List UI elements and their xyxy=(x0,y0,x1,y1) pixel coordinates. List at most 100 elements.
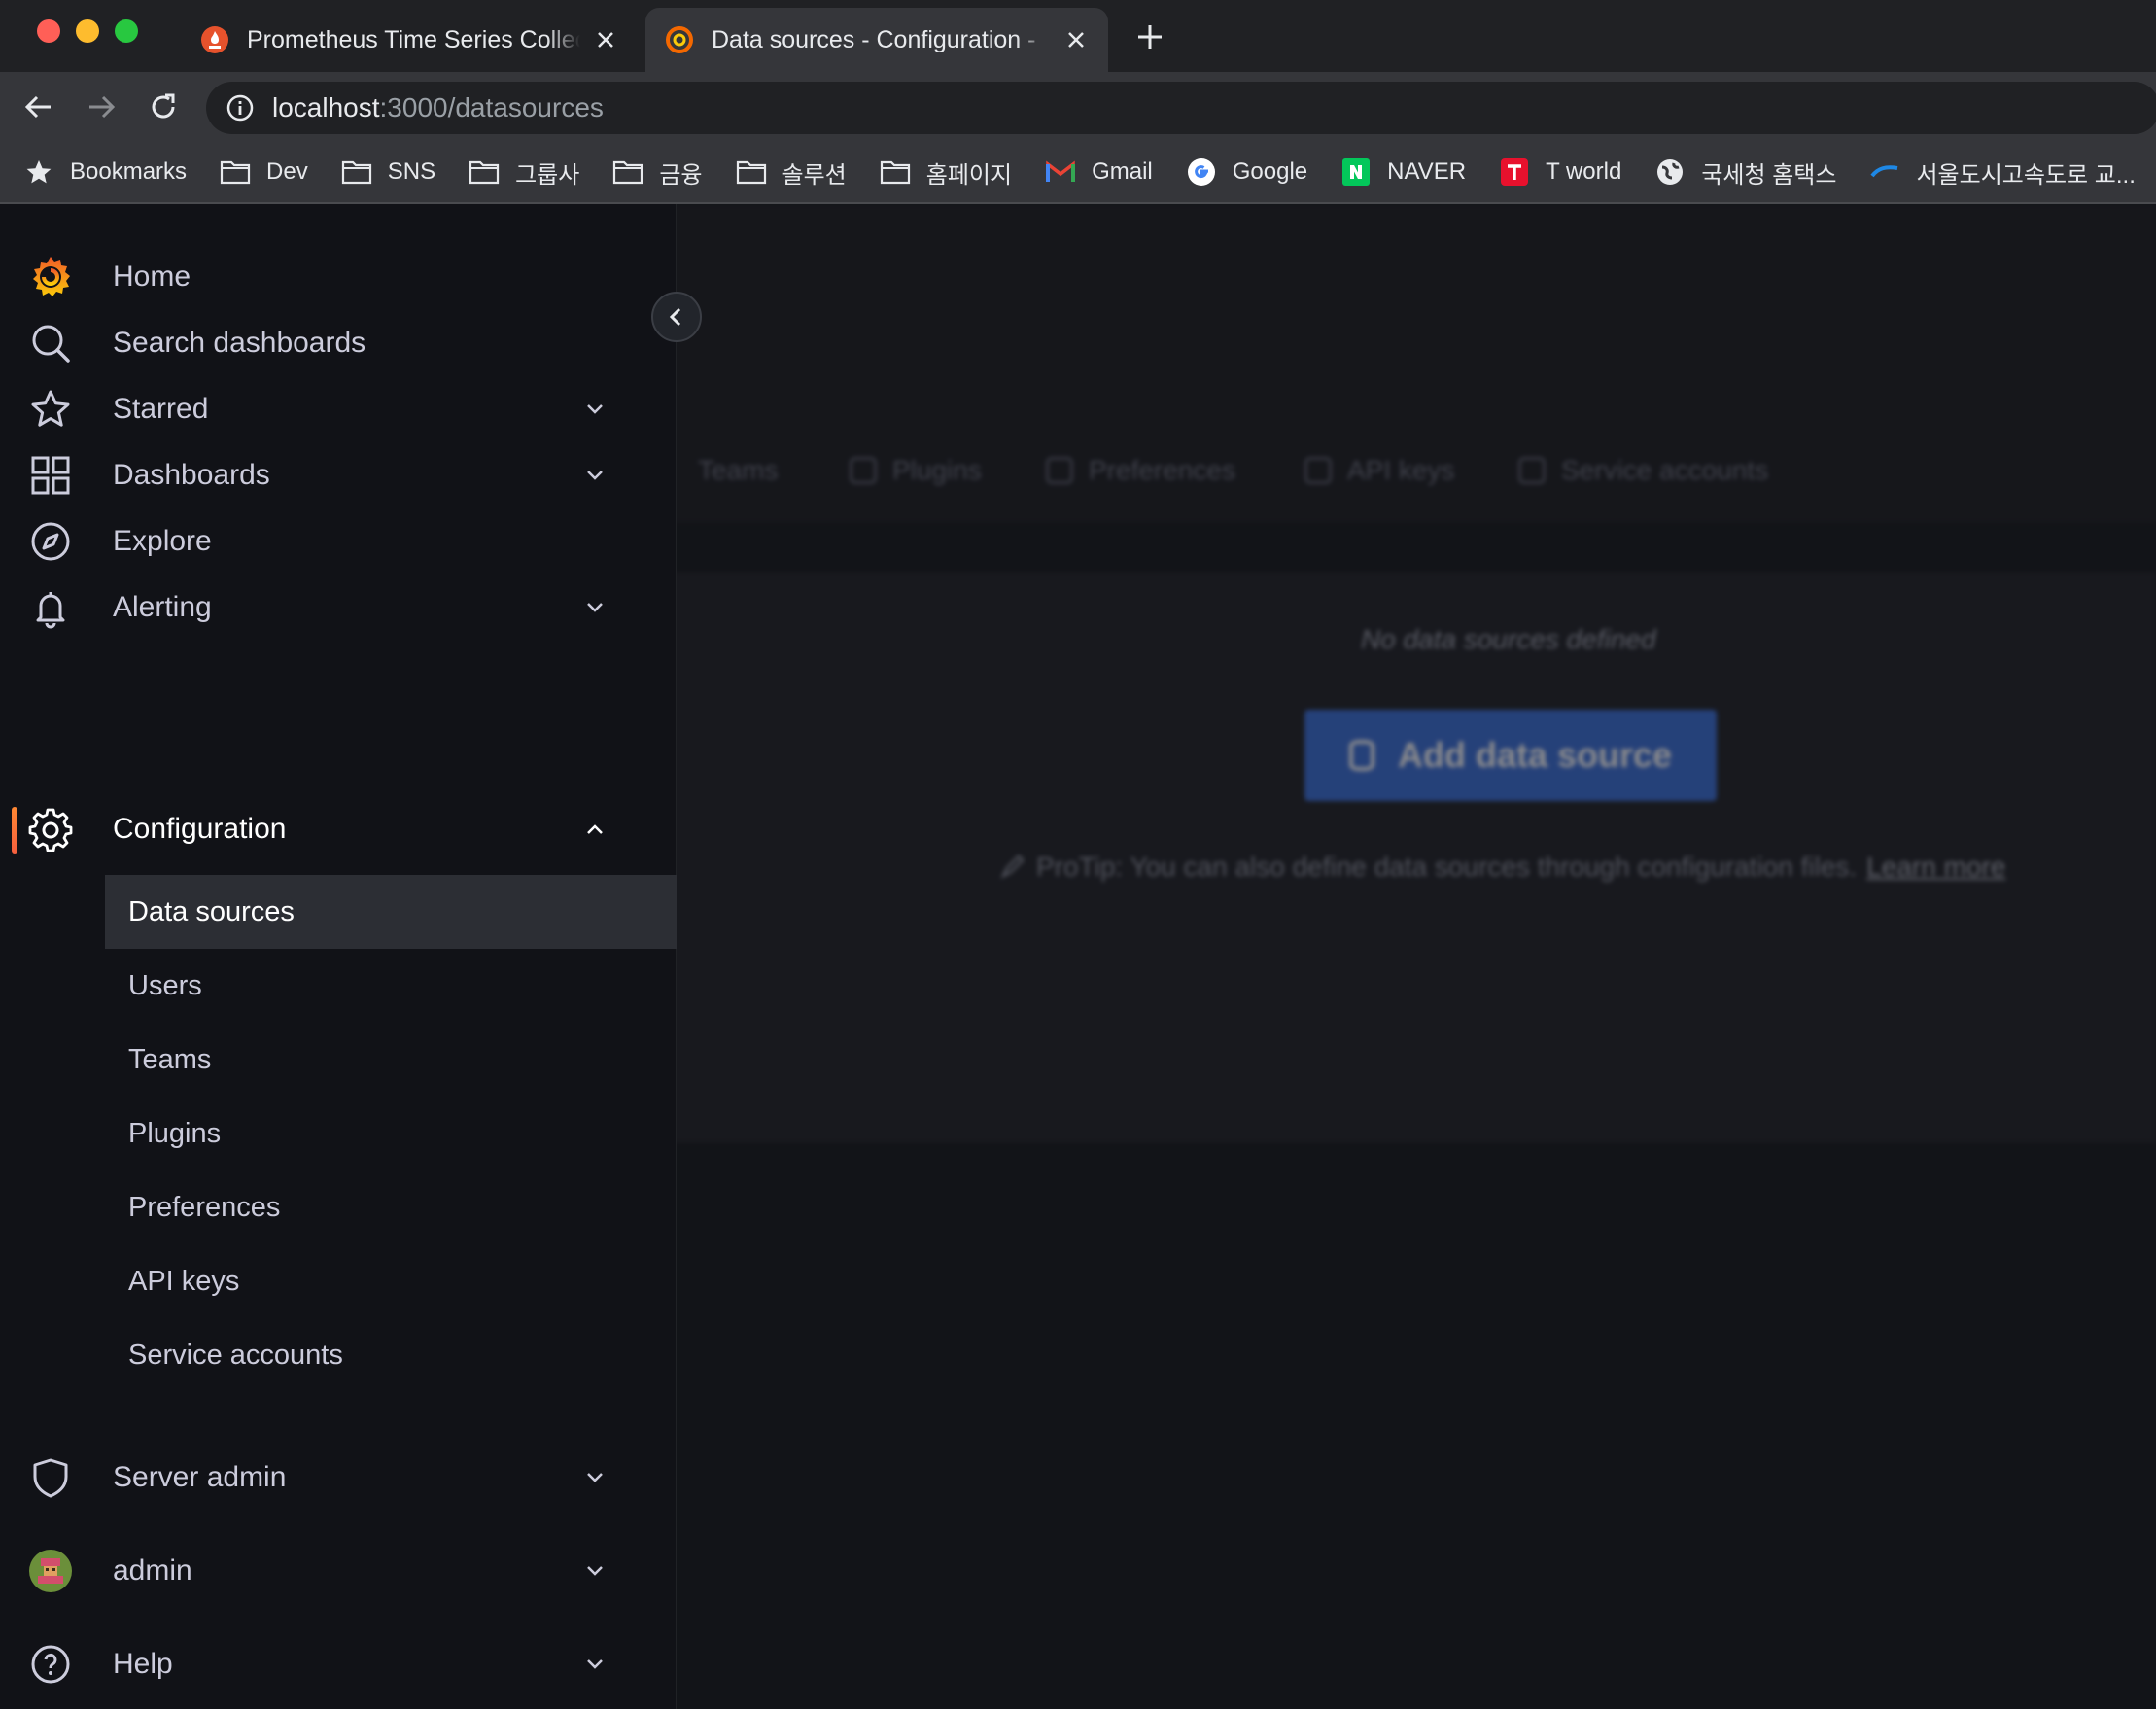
bell-icon xyxy=(27,584,74,631)
maximize-window-button[interactable] xyxy=(115,19,138,43)
tab-title: Prometheus Time Series Collec xyxy=(247,25,580,53)
bookmark-folder-homepage[interactable]: 홈페이지 xyxy=(880,156,1012,190)
folder-icon xyxy=(469,158,500,186)
url-text: localhost:3000/datasources xyxy=(272,92,604,122)
reload-button[interactable] xyxy=(144,87,183,126)
menu-item-label: Help xyxy=(113,1648,173,1680)
arrow-right-icon xyxy=(89,95,116,119)
folder-icon xyxy=(220,158,251,186)
menu-item-label: Configuration xyxy=(113,813,287,845)
plus-icon xyxy=(1138,25,1162,49)
globe-icon xyxy=(1654,158,1686,186)
submenu-item-service-accounts[interactable]: Service accounts xyxy=(105,1318,677,1392)
browser-toolbar: localhost:3000/datasources xyxy=(0,72,2156,142)
reload-icon xyxy=(152,93,175,119)
arrow-left-icon xyxy=(24,95,51,119)
minimize-window-button[interactable] xyxy=(76,19,99,43)
submenu-item-plugins[interactable]: Plugins xyxy=(105,1097,677,1170)
folder-icon xyxy=(612,158,643,186)
bookmark-label: T world xyxy=(1546,158,1622,185)
chevron-down-icon[interactable] xyxy=(581,1464,609,1491)
chevron-down-icon[interactable] xyxy=(581,1557,609,1585)
browser-tab-prometheus[interactable]: Prometheus Time Series Collec xyxy=(181,8,638,72)
star-icon xyxy=(23,158,54,186)
bookmark-label: 서울도시고속도로 교... xyxy=(1916,161,2136,189)
menu-item-admin[interactable]: admin xyxy=(0,1532,677,1610)
bookmark-naver[interactable]: NAVER xyxy=(1340,158,1466,186)
forward-button[interactable] xyxy=(82,87,121,126)
grafana-logo-icon xyxy=(27,254,74,300)
bookmark-gmail[interactable]: Gmail xyxy=(1045,158,1153,186)
bookmark-label: Google xyxy=(1232,158,1308,185)
bookmark-tworld[interactable]: T world xyxy=(1499,158,1621,186)
close-window-button[interactable] xyxy=(37,19,60,43)
submenu-item-api-keys[interactable]: API keys xyxy=(105,1244,677,1318)
google-icon xyxy=(1186,158,1217,186)
bookmark-label: SNS xyxy=(387,158,436,185)
compass-icon xyxy=(27,518,74,565)
question-icon xyxy=(27,1641,74,1688)
menu-item-label: Starred xyxy=(113,393,209,425)
menu-item-server-admin[interactable]: Server admin xyxy=(0,1439,677,1517)
back-button[interactable] xyxy=(19,87,58,126)
menu-item-label: Home xyxy=(113,261,191,293)
bookmarks-bar: Bookmarks Dev SNS 그룹사 금융 솔루션 홈페이지 Gmail … xyxy=(0,142,2156,204)
chevron-left-icon xyxy=(669,307,681,327)
grafana-page: Teams Plugins Preferences API keys Servi… xyxy=(0,204,2156,1709)
submenu-item-teams[interactable]: Teams xyxy=(105,1023,677,1097)
browser-tab-bar: Prometheus Time Series Collec Data sourc… xyxy=(0,0,2156,72)
close-tab-icon[interactable] xyxy=(1063,27,1089,52)
bookmark-label: 그룹사 xyxy=(515,161,580,189)
menu-item-configuration[interactable]: Configuration xyxy=(0,790,677,868)
side-menu: Home Search dashboards Starred Dashboard… xyxy=(0,204,677,1709)
new-tab-button[interactable] xyxy=(1132,19,1167,54)
chevron-down-icon[interactable] xyxy=(581,594,609,621)
tab-title: Data sources - Configuration - xyxy=(712,25,1036,53)
close-tab-icon[interactable] xyxy=(594,27,618,52)
address-bar[interactable]: localhost:3000/datasources xyxy=(206,82,2156,134)
submenu-item-users[interactable]: Users xyxy=(105,949,677,1023)
bookmark-hometax[interactable]: 국세청 홈택스 xyxy=(1654,156,1836,190)
menu-item-label: admin xyxy=(113,1554,192,1587)
naver-icon xyxy=(1340,158,1372,186)
search-icon xyxy=(27,320,74,366)
submenu-item-data-sources[interactable]: Data sources xyxy=(105,875,677,949)
tworld-icon xyxy=(1499,158,1530,186)
chevron-down-icon[interactable] xyxy=(581,1651,609,1678)
bookmark-folder-sns[interactable]: SNS xyxy=(341,158,435,186)
bookmark-label: 국세청 홈택스 xyxy=(1701,161,1837,189)
bookmark-label: 홈페이지 xyxy=(925,161,1013,189)
folder-icon xyxy=(880,158,911,186)
bookmark-folder-finance[interactable]: 금융 xyxy=(612,156,703,190)
bookmark-google[interactable]: Google xyxy=(1186,158,1307,186)
menu-item-label: Dashboards xyxy=(113,459,270,491)
chevron-up-icon[interactable] xyxy=(581,816,609,843)
bookmark-label: Gmail xyxy=(1092,158,1153,185)
menu-item-alerting[interactable]: Alerting xyxy=(0,569,677,646)
bookmark-seoul-expressway[interactable]: 서울도시고속도로 교... xyxy=(1869,156,2136,190)
shield-icon xyxy=(27,1454,74,1501)
info-icon[interactable] xyxy=(226,93,255,122)
prometheus-favicon-icon xyxy=(201,26,228,53)
folder-icon xyxy=(736,158,767,186)
star-icon xyxy=(27,386,74,433)
bookmark-folder-dev[interactable]: Dev xyxy=(220,158,308,186)
menu-item-help[interactable]: Help xyxy=(0,1625,677,1703)
apps-icon xyxy=(27,452,74,499)
avatar-icon xyxy=(27,1548,74,1594)
submenu-item-preferences[interactable]: Preferences xyxy=(105,1170,677,1244)
bookmark-label: 솔루션 xyxy=(782,161,847,189)
bookmark-folder-solution[interactable]: 솔루션 xyxy=(736,156,847,190)
menu-item-label: Alerting xyxy=(113,591,212,623)
bookmark-label: Bookmarks xyxy=(70,158,188,185)
folder-icon xyxy=(341,158,372,186)
bookmark-folder-group[interactable]: 그룹사 xyxy=(469,156,579,190)
chevron-down-icon[interactable] xyxy=(581,462,609,489)
bookmark-label: NAVER xyxy=(1387,158,1467,185)
bookmark-bookmarks[interactable]: Bookmarks xyxy=(23,158,187,186)
chevron-down-icon[interactable] xyxy=(581,396,609,423)
collapse-menu-button[interactable] xyxy=(651,292,702,342)
browser-tab-datasources[interactable]: Data sources - Configuration - xyxy=(645,8,1108,72)
menu-item-label: Explore xyxy=(113,525,212,557)
wave-icon xyxy=(1869,158,1900,186)
